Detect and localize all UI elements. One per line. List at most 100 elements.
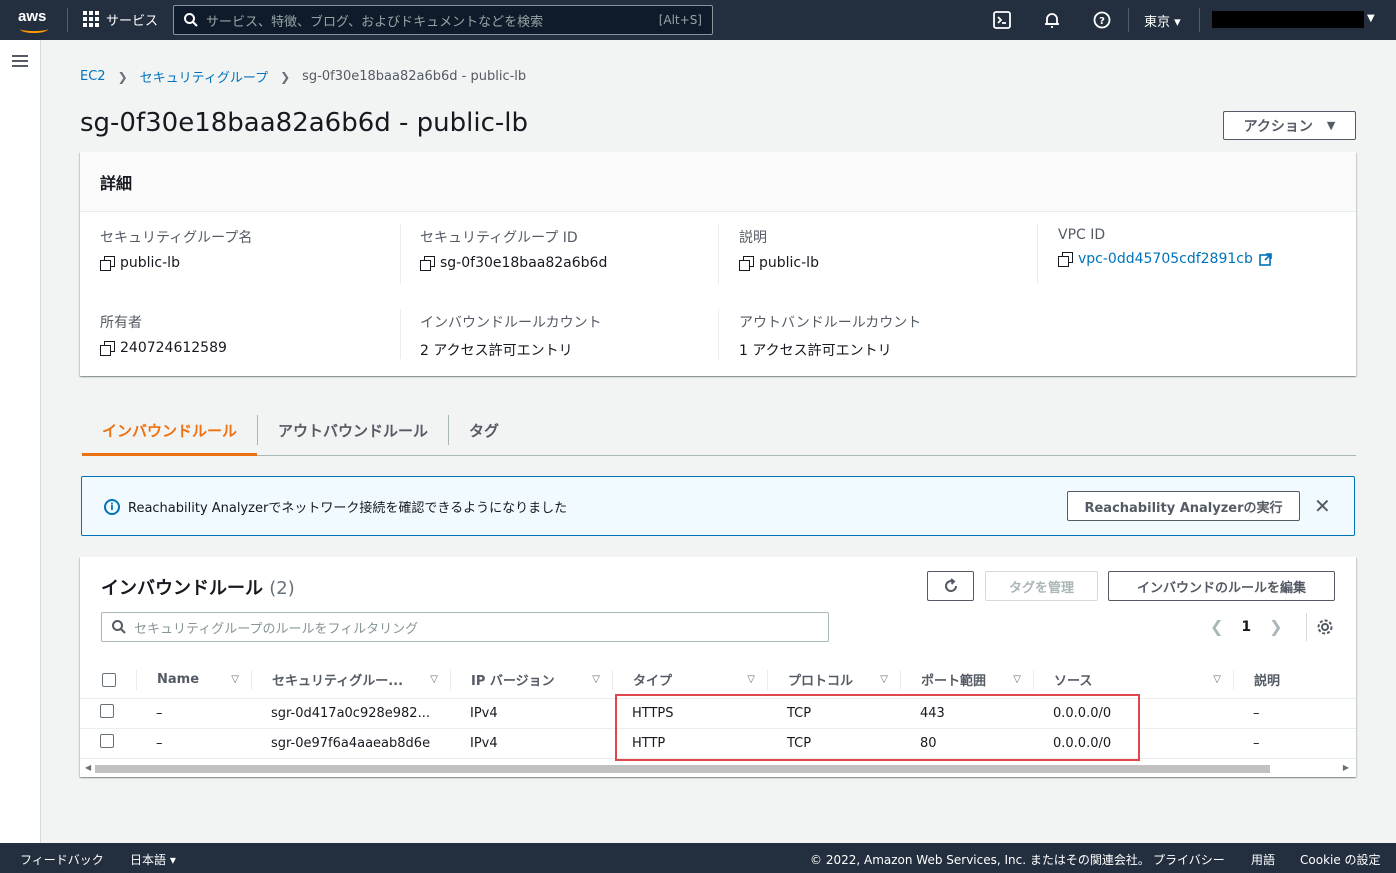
detail-security-group-id: セキュリティグループ ID sg-0f30e18baa82a6b6d <box>420 227 607 271</box>
detail-key: 所有者 <box>100 315 142 331</box>
column-header-description[interactable]: 説明 <box>1233 662 1356 699</box>
sort-caret-icon: ▽ <box>1213 674 1221 686</box>
tab-inbound-rules[interactable]: インバウンドルール <box>82 405 258 456</box>
chevron-right-icon: ❯ <box>117 69 128 84</box>
account-menu-redacted[interactable] <box>1212 11 1364 28</box>
column-header-source[interactable]: ソース ▽ <box>1033 662 1233 699</box>
feedback-link[interactable]: フィードバック <box>20 851 104 868</box>
rules-filter-input[interactable]: セキュリティグループのルールをフィルタリング <box>101 612 829 642</box>
column-label: ポート範囲 <box>921 674 987 690</box>
scrollbar-thumb[interactable] <box>95 765 1270 773</box>
refresh-button[interactable] <box>927 571 974 601</box>
cell-name: – <box>136 698 251 729</box>
footer: フィードバック 日本語 ▾ © 2022, Amazon Web Service… <box>0 843 1396 873</box>
close-icon[interactable]: ✕ <box>1314 494 1331 518</box>
manage-tags-button[interactable]: タグを管理 <box>985 571 1098 601</box>
sort-caret-icon: ▽ <box>430 674 438 686</box>
sort-caret-icon: ▽ <box>747 674 755 686</box>
chevron-left-icon[interactable]: ❮ <box>1210 617 1223 636</box>
copy-icon[interactable] <box>420 256 435 271</box>
privacy-link[interactable]: プライバシー <box>1153 851 1225 868</box>
column-header-rule-id[interactable]: セキュリティグルー... ▽ <box>251 662 450 699</box>
scroll-left-arrow-icon[interactable]: ◀ <box>85 763 91 772</box>
cloudshell-icon[interactable] <box>993 11 1011 29</box>
select-all-checkbox[interactable] <box>102 672 116 687</box>
breadcrumb-link-ec2[interactable]: EC2 <box>80 69 106 84</box>
column-header-protocol[interactable]: プロトコル ▽ <box>767 662 900 699</box>
cookie-settings-link[interactable]: Cookie の設定 <box>1300 851 1381 868</box>
pagination: ❮ 1 ❯ <box>1210 617 1283 636</box>
search-icon <box>184 13 198 27</box>
table-row[interactable]: – sgr-0d417a0c928e982... IPv4 HTTPS TCP … <box>80 698 1356 729</box>
run-reachability-analyzer-button[interactable]: Reachability Analyzerの実行 <box>1067 491 1300 521</box>
scroll-right-arrow-icon[interactable]: ▶ <box>1343 763 1349 772</box>
table-count: (2) <box>269 578 295 599</box>
settings-gear-icon[interactable] <box>1316 618 1334 636</box>
column-divider <box>718 224 719 284</box>
detail-inbound-rule-count: インバウンドルールカウント 2 アクセス許可エントリ <box>420 312 602 360</box>
detail-key: インバウンドルールカウント <box>420 315 602 331</box>
detail-key: VPC ID <box>1058 227 1106 243</box>
cell-ip-version: IPv4 <box>450 698 612 729</box>
copy-icon[interactable] <box>1058 252 1073 267</box>
actions-label: アクション <box>1243 118 1313 135</box>
details-panel: 詳細 セキュリティグループ名 public-lb セキュリティグループ ID s… <box>80 152 1356 376</box>
column-label: プロトコル <box>788 674 854 690</box>
column-header-name[interactable]: Name ▽ <box>136 662 251 699</box>
column-header-type[interactable]: タイプ ▽ <box>612 662 767 699</box>
external-link-icon[interactable] <box>1259 252 1272 266</box>
grid-icon <box>83 11 100 28</box>
row-select-cell <box>80 698 136 729</box>
detail-value: sg-0f30e18baa82a6b6d <box>440 255 608 271</box>
edit-inbound-rules-button[interactable]: インバウンドのルールを編集 <box>1108 571 1335 601</box>
row-checkbox[interactable] <box>100 734 114 748</box>
cell-ip-version: IPv4 <box>450 728 612 759</box>
table-row[interactable]: – sgr-0e97f6a4aaeab8d6e IPv4 HTTP TCP 80… <box>80 728 1356 759</box>
vpc-id-link[interactable]: vpc-0dd45705cdf2891cb <box>1078 251 1253 267</box>
aws-logo[interactable]: aws <box>18 6 52 34</box>
tab-outbound-rules[interactable]: アウトバウンドルール <box>258 405 448 455</box>
copy-icon[interactable] <box>739 256 754 271</box>
detail-vpc-id: VPC ID vpc-0dd45705cdf2891cb <box>1058 227 1272 267</box>
hamburger-menu-icon[interactable] <box>12 55 28 67</box>
services-menu-button[interactable]: サービス <box>83 10 158 29</box>
column-divider <box>718 309 719 359</box>
detail-owner: 所有者 240724612589 <box>100 312 227 356</box>
column-label: IP バージョン <box>471 674 555 690</box>
breadcrumb: EC2 ❯ セキュリティグループ ❯ sg-0f30e18baa82a6b6d … <box>80 67 526 86</box>
caret-down-icon[interactable]: ▼ <box>1367 13 1375 24</box>
global-search-input[interactable]: サービス、特徴、ブログ、およびドキュメントなどを検索 [Alt+S] <box>173 5 713 35</box>
column-header-ip-version[interactable]: IP バージョン ▽ <box>450 662 612 699</box>
details-heading: 詳細 <box>80 152 1356 212</box>
chevron-right-icon[interactable]: ❯ <box>1269 617 1282 636</box>
column-label: タイプ <box>633 674 673 690</box>
sort-caret-icon: ▽ <box>1013 674 1021 686</box>
language-selector[interactable]: 日本語 ▾ <box>130 851 176 868</box>
notifications-bell-icon[interactable] <box>1043 11 1061 29</box>
cell-port-range: 80 <box>900 728 1033 759</box>
side-navigation-rail <box>0 40 41 843</box>
cell-protocol: TCP <box>767 728 900 759</box>
column-divider <box>1037 224 1038 284</box>
copy-icon[interactable] <box>100 256 115 271</box>
cell-description: – <box>1233 728 1356 759</box>
column-label: ソース <box>1054 674 1093 690</box>
column-header-port-range[interactable]: ポート範囲 ▽ <box>900 662 1033 699</box>
detail-outbound-rule-count: アウトバンドルールカウント 1 アクセス許可エントリ <box>739 312 921 360</box>
detail-key: セキュリティグループ名 <box>100 230 253 246</box>
aws-smile-icon <box>20 25 48 33</box>
region-selector[interactable]: 東京 ▾ <box>1144 11 1181 30</box>
copy-icon[interactable] <box>100 341 115 356</box>
cell-name: – <box>136 728 251 759</box>
detail-key: セキュリティグループ ID <box>420 230 578 246</box>
breadcrumb-link-security-groups[interactable]: セキュリティグループ <box>140 67 268 86</box>
select-all-header <box>80 662 136 699</box>
actions-dropdown-button[interactable]: アクション ▼ <box>1223 111 1356 140</box>
help-icon[interactable]: ? <box>1093 11 1111 29</box>
row-checkbox[interactable] <box>100 704 114 718</box>
horizontal-scrollbar[interactable]: ◀ ▶ <box>83 763 1353 775</box>
tab-tags[interactable]: タグ <box>449 405 519 455</box>
terms-link[interactable]: 用語 <box>1251 851 1275 868</box>
page-number[interactable]: 1 <box>1241 619 1251 635</box>
cell-type: HTTP <box>612 728 767 759</box>
